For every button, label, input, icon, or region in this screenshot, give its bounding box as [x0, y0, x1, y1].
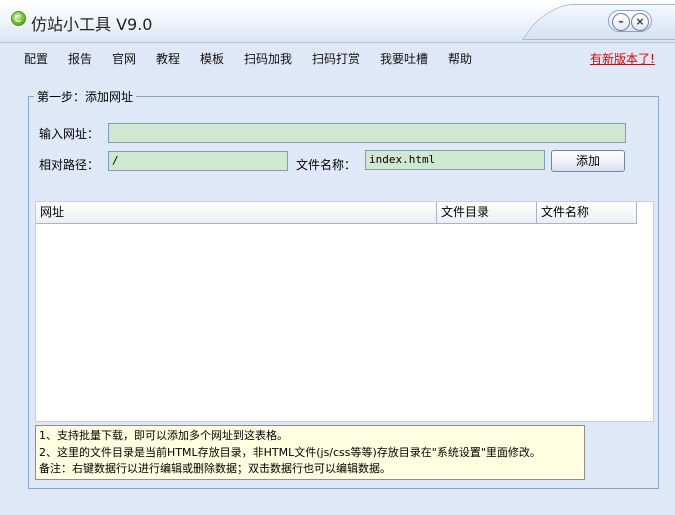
add-button[interactable]: 添加 [551, 150, 625, 172]
menu-item-scan-add-me[interactable]: 扫码加我 [244, 50, 292, 67]
title-bar: 仿站小工具 V9.0 – × [0, 0, 675, 43]
menu-item-tutorial[interactable]: 教程 [156, 50, 180, 67]
filename-label: 文件名称： [296, 158, 357, 172]
info-line: 1、支持批量下载，即可以添加多个网址到这表格。 [39, 429, 288, 442]
close-button[interactable]: × [631, 13, 649, 31]
group-title: 第一步：添加网址 [34, 88, 137, 105]
column-header-url[interactable]: 网址 [36, 202, 437, 223]
menu-item-report[interactable]: 报告 [68, 50, 92, 67]
menu-item-help[interactable]: 帮助 [448, 50, 472, 67]
window-title: 仿站小工具 V9.0 [31, 15, 153, 34]
url-input[interactable] [108, 123, 626, 143]
menu-item-feedback[interactable]: 我要吐槽 [380, 50, 428, 67]
info-tip: 1、支持批量下载，即可以添加多个网址到这表格。 2、这里的文件目录是当前HTML… [35, 425, 585, 480]
menu-item-website[interactable]: 官网 [112, 50, 136, 67]
menu-bar: 配置 报告 官网 教程 模板 扫码加我 扫码打赏 我要吐槽 帮助 [0, 46, 675, 68]
new-version-link[interactable]: 有新版本了! [590, 50, 655, 67]
table-header: 网址 文件目录 文件名称 [36, 202, 637, 224]
app-logo-icon [11, 11, 26, 26]
column-header-filename[interactable]: 文件名称 [537, 202, 637, 223]
url-label: 输入网址： [39, 127, 100, 141]
window-controls: – × [608, 10, 652, 32]
menu-item-config[interactable]: 配置 [24, 50, 48, 67]
relative-path-label: 相对路径： [39, 158, 100, 172]
info-line: 备注：右键数据行以进行编辑或删除数据；双击数据行也可以编辑数据。 [39, 462, 391, 475]
minimize-button[interactable]: – [612, 13, 630, 31]
column-header-directory[interactable]: 文件目录 [437, 202, 537, 223]
menu-item-scan-tip[interactable]: 扫码打赏 [312, 50, 360, 67]
title-bar-decoration [522, 4, 675, 40]
filename-input[interactable]: index.html [365, 150, 545, 170]
info-line: 2、这里的文件目录是当前HTML存放目录，非HTML文件(js/css等等)存放… [39, 445, 541, 459]
url-table[interactable]: 网址 文件目录 文件名称 [35, 201, 654, 422]
menu-item-templates[interactable]: 模板 [200, 50, 224, 67]
relative-path-input[interactable]: / [108, 151, 288, 171]
